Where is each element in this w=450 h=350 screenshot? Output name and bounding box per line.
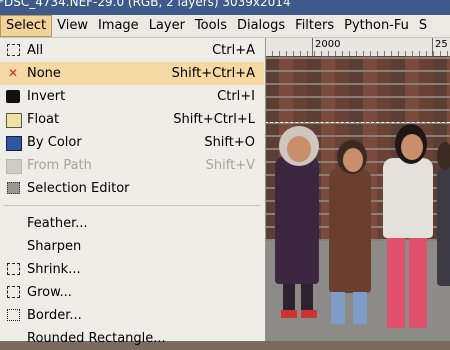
- select-menu-dropdown: All Ctrl+A ✕ None Shift+Ctrl+A Invert Ct…: [0, 38, 266, 346]
- menu-filters[interactable]: Filters: [290, 15, 339, 37]
- from-path-icon: [6, 159, 22, 174]
- menu-item-label: Feather...: [27, 216, 88, 231]
- invert-icon: [6, 90, 20, 103]
- menu-item-feather[interactable]: Feather...: [0, 212, 264, 235]
- menu-item-shrink[interactable]: Shrink...: [0, 258, 264, 281]
- selection-marquee: [265, 122, 450, 123]
- ruler-label-2500: 25: [435, 39, 448, 50]
- menu-item-all[interactable]: All Ctrl+A: [0, 39, 264, 62]
- image-canvas[interactable]: [265, 56, 450, 341]
- menu-item-shortcut: Shift+V: [205, 158, 255, 173]
- menu-item-label: Rounded Rectangle...: [27, 331, 166, 346]
- menu-item-selection-editor[interactable]: Selection Editor: [0, 177, 264, 200]
- horizontal-ruler: 2000 25: [265, 38, 450, 57]
- menu-item-label: Shrink...: [27, 262, 81, 277]
- menu-item-shortcut: Ctrl+A: [212, 43, 255, 58]
- menu-item-from-path: From Path Shift+V: [0, 154, 264, 177]
- menu-item-grow[interactable]: Grow...: [0, 281, 264, 304]
- menubar: Select View Image Layer Tools Dialogs Fi…: [0, 15, 450, 38]
- select-none-icon: ✕: [7, 66, 19, 80]
- menu-python-fu[interactable]: Python-Fu: [339, 15, 414, 37]
- select-all-icon: [7, 44, 20, 56]
- menu-item-label: Grow...: [27, 285, 72, 300]
- menu-item-shortcut: Shift+Ctrl+L: [173, 112, 255, 127]
- menu-item-float[interactable]: Float Shift+Ctrl+L: [0, 108, 264, 131]
- ruler-major-tick: [432, 38, 433, 56]
- window-title-bar: *DSC_4734.NEF-29.0 (RGB, 2 layers) 3039x…: [0, 0, 450, 15]
- window-title: *DSC_4734.NEF-29.0 (RGB, 2 layers) 3039x…: [0, 0, 291, 9]
- menu-script-fu[interactable]: S: [414, 15, 432, 37]
- menu-item-label: Selection Editor: [27, 181, 130, 196]
- menu-item-label: None: [27, 66, 61, 81]
- menu-item-label: Border...: [27, 308, 82, 323]
- menu-item-label: By Color: [27, 135, 82, 150]
- menu-item-border[interactable]: Border...: [0, 304, 264, 327]
- menu-item-shortcut: Shift+Ctrl+A: [171, 66, 255, 81]
- ruler-major-tick: [312, 38, 313, 56]
- menu-item-label: Float: [27, 112, 60, 127]
- border-icon: [7, 309, 20, 321]
- menu-dialogs[interactable]: Dialogs: [232, 15, 290, 37]
- menu-tools[interactable]: Tools: [190, 15, 232, 37]
- menu-image[interactable]: Image: [93, 15, 144, 37]
- menu-item-rounded-rectangle[interactable]: Rounded Rectangle...: [0, 327, 264, 350]
- menu-item-shortcut: Ctrl+I: [217, 89, 255, 104]
- menu-item-sharpen[interactable]: Sharpen: [0, 235, 264, 258]
- menu-select[interactable]: Select: [0, 15, 53, 37]
- selection-editor-icon: [7, 182, 20, 194]
- menu-item-none[interactable]: ✕ None Shift+Ctrl+A: [0, 62, 264, 85]
- grow-icon: [7, 286, 20, 298]
- menu-separator: [4, 205, 260, 206]
- menu-item-by-color[interactable]: By Color Shift+O: [0, 131, 264, 154]
- menu-item-shortcut: Shift+O: [204, 135, 255, 150]
- menu-layer[interactable]: Layer: [144, 15, 190, 37]
- menu-item-label: All: [27, 43, 44, 58]
- menu-view[interactable]: View: [52, 15, 93, 37]
- menu-item-label: Invert: [27, 89, 66, 104]
- ruler-label-2000: 2000: [315, 39, 341, 50]
- float-icon: [6, 113, 22, 128]
- by-color-icon: [6, 136, 22, 151]
- shrink-icon: [7, 263, 20, 275]
- menu-item-label: Sharpen: [27, 239, 82, 254]
- menu-item-label: From Path: [27, 158, 92, 173]
- menu-item-invert[interactable]: Invert Ctrl+I: [0, 85, 264, 108]
